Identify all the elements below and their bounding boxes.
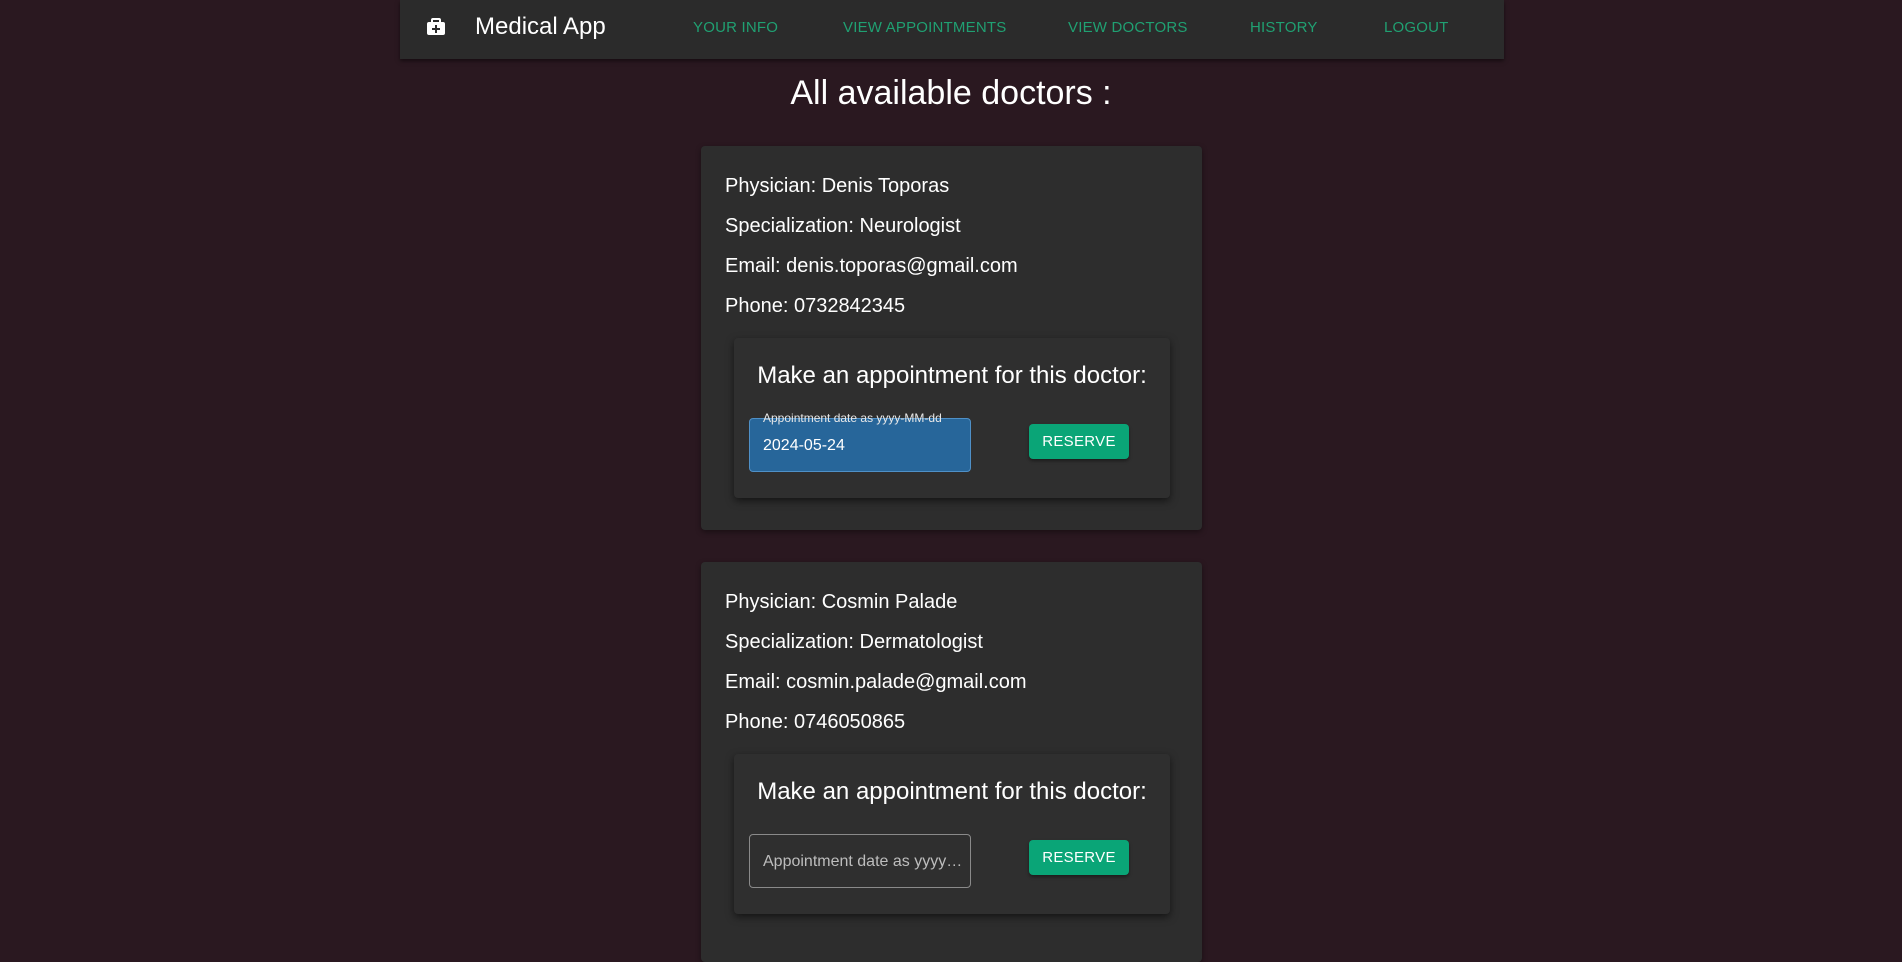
nav-your-info[interactable]: YOUR INFO bbox=[693, 19, 778, 36]
appointment-form: Make an appointment for this doctor: App… bbox=[734, 754, 1170, 914]
nav-history[interactable]: HISTORY bbox=[1250, 19, 1318, 36]
reserve-button[interactable]: RESERVE bbox=[1029, 424, 1129, 459]
medical-kit-icon bbox=[427, 18, 445, 35]
doctor-email: Email: denis.toporas@gmail.com bbox=[725, 255, 1018, 277]
app-title: Medical App bbox=[475, 13, 606, 40]
nav-logout[interactable]: LOGOUT bbox=[1384, 19, 1449, 36]
nav-view-doctors[interactable]: VIEW DOCTORS bbox=[1068, 19, 1188, 36]
doctor-physician: Physician: Denis Toporas bbox=[725, 175, 950, 197]
nav-view-appointments[interactable]: VIEW APPOINTMENTS bbox=[843, 19, 1006, 36]
doctor-phone: Phone: 0732842345 bbox=[725, 295, 906, 317]
appointment-heading: Make an appointment for this doctor: bbox=[757, 778, 1147, 805]
doctor-card: Physician: Denis Toporas Specialization:… bbox=[701, 146, 1202, 530]
doctor-phone: Phone: 0746050865 bbox=[725, 711, 906, 733]
appointment-form: Make an appointment for this doctor: App… bbox=[734, 338, 1170, 498]
doctor-email: Email: cosmin.palade@gmail.com bbox=[725, 671, 1027, 693]
page-title: All available doctors : bbox=[790, 74, 1112, 112]
appointment-date-input[interactable]: Appointment date as yyyy-MM-dd 2024-05-2… bbox=[749, 411, 971, 472]
appointment-date-label: Appointment date as yyyy-MM-dd bbox=[763, 411, 942, 425]
appointment-date-value: 2024-05-24 bbox=[763, 437, 845, 454]
doctor-specialization: Specialization: Neurologist bbox=[725, 215, 961, 237]
reserve-button[interactable]: RESERVE bbox=[1029, 840, 1129, 875]
doctor-card: Physician: Cosmin Palade Specialization:… bbox=[701, 562, 1202, 962]
appointment-date-input[interactable]: Appointment date as yyyy-MM-dd bbox=[749, 834, 971, 888]
doctor-specialization: Specialization: Dermatologist bbox=[725, 631, 983, 653]
appointment-date-placeholder: Appointment date as yyyy-MM-dd bbox=[763, 853, 963, 870]
appointment-heading: Make an appointment for this doctor: bbox=[757, 362, 1147, 389]
doctor-physician: Physician: Cosmin Palade bbox=[725, 591, 958, 613]
